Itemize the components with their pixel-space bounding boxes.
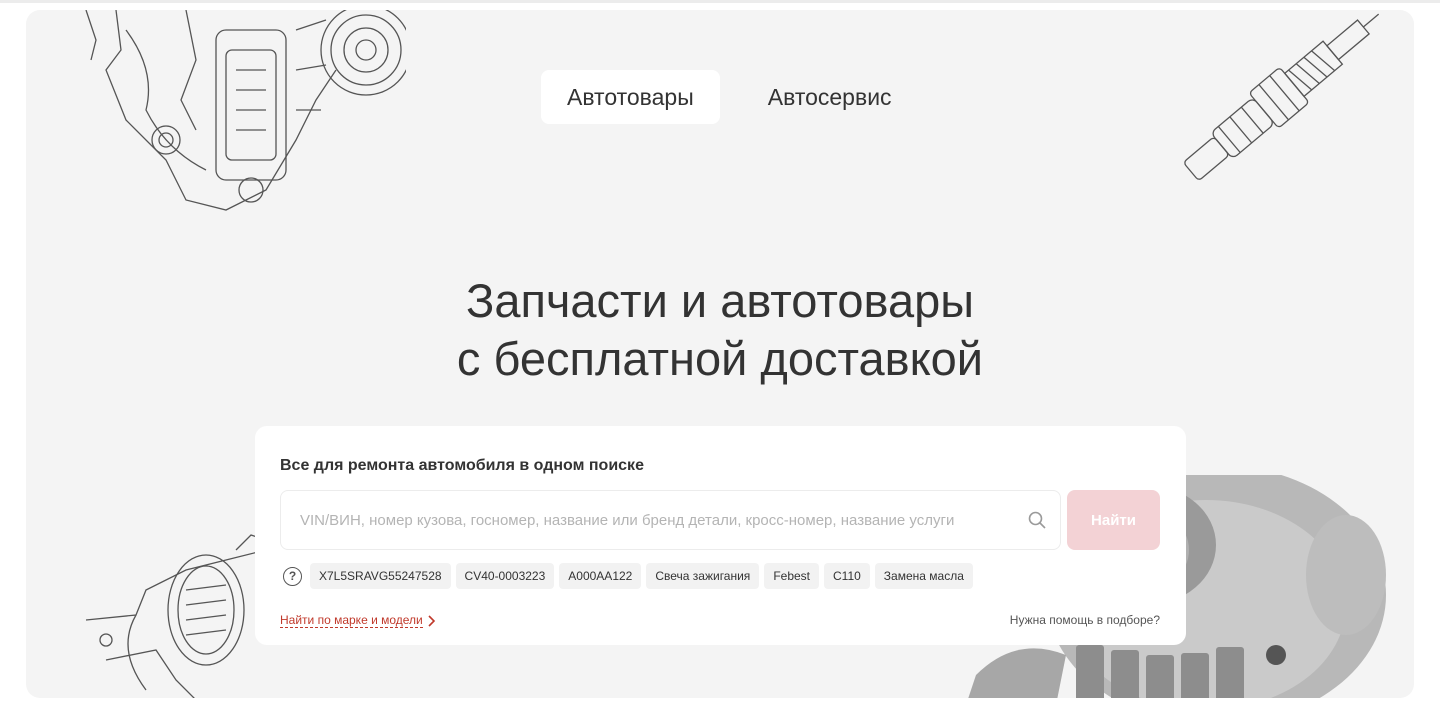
question-circle-icon[interactable]: ? <box>283 567 302 586</box>
example-chip-part-code[interactable]: C110 <box>824 563 870 589</box>
example-chip-brand[interactable]: Febest <box>764 563 819 589</box>
search-input[interactable] <box>281 491 1011 549</box>
example-chip-part-number[interactable]: CV40-0003223 <box>455 563 555 589</box>
tab-autotovary[interactable]: Автотовары <box>541 70 720 124</box>
find-by-brand-model-link[interactable]: Найти по марке и модели <box>280 613 423 628</box>
tabs: Автотовары Автосервис <box>541 70 918 124</box>
spark-plug-illustration <box>1146 10 1414 190</box>
title-line-1: Запчасти и автотовары <box>465 274 975 327</box>
example-chip-oil-change[interactable]: Замена масла <box>874 563 973 589</box>
example-chip-license-plate[interactable]: А000АА122 <box>559 563 642 589</box>
hero-section: Автотовары Автосервис Запчасти и автотов… <box>26 10 1414 698</box>
search-card-title: Все для ремонта автомобиля в одном поиск… <box>280 457 644 474</box>
alternator-illustration <box>66 10 406 220</box>
search-field <box>280 490 1061 550</box>
headlight-bulb-illustration <box>76 530 276 698</box>
page-title: Запчасти и автотовары с бесплатной доста… <box>26 272 1414 388</box>
top-divider <box>0 0 1440 3</box>
search-examples: X7L5SRAVG55247528 CV40-0003223 А000АА122… <box>310 563 973 589</box>
find-button[interactable]: Найти <box>1067 490 1160 550</box>
search-icon[interactable] <box>1028 511 1046 534</box>
chevron-right-icon[interactable] <box>427 614 437 633</box>
title-line-2: с бесплатной доставкой <box>456 332 984 385</box>
tab-autoservis[interactable]: Автосервис <box>742 70 918 124</box>
example-chip-vin[interactable]: X7L5SRAVG55247528 <box>310 563 451 589</box>
example-chip-spark-plug[interactable]: Свеча зажигания <box>646 563 760 589</box>
search-card: Все для ремонта автомобиля в одном поиск… <box>255 426 1186 645</box>
selection-help-link[interactable]: Нужна помощь в подборе? <box>1010 613 1160 627</box>
